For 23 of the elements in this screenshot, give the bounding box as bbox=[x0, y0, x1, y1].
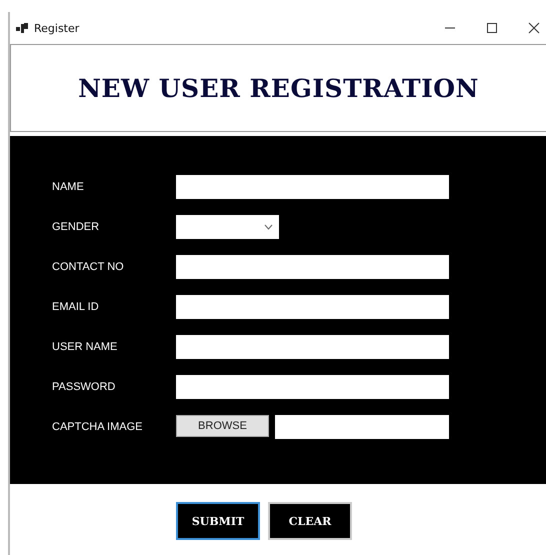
form-heading: NEW USER REGISTRATION bbox=[78, 74, 479, 102]
close-icon[interactable] bbox=[528, 22, 540, 34]
input-field[interactable] bbox=[176, 254, 449, 278]
input-field[interactable] bbox=[176, 174, 449, 198]
dropdown-field[interactable] bbox=[176, 214, 279, 238]
caret-icon bbox=[264, 224, 273, 230]
input-field[interactable] bbox=[275, 414, 449, 438]
field-label: NAME bbox=[52, 180, 85, 192]
input-field[interactable] bbox=[176, 334, 449, 358]
action-button[interactable]: CLEAR bbox=[268, 502, 352, 540]
field-label: GENDER bbox=[52, 220, 100, 232]
field-label: PASSWORD bbox=[52, 380, 116, 392]
field-label: EMAIL ID bbox=[52, 300, 100, 312]
maximize-icon[interactable] bbox=[486, 22, 498, 34]
field-label: CONTACT NO bbox=[52, 260, 125, 272]
action-button[interactable]: SUBMIT bbox=[176, 502, 260, 540]
window-title: Register bbox=[34, 22, 80, 34]
browse-button[interactable]: BROWSE bbox=[176, 414, 269, 436]
field-label: CAPTCHA IMAGE bbox=[52, 420, 144, 432]
app-icon bbox=[16, 22, 28, 34]
input-field[interactable] bbox=[176, 374, 449, 398]
field-label: USER NAME bbox=[52, 340, 118, 352]
input-field[interactable] bbox=[176, 294, 449, 318]
